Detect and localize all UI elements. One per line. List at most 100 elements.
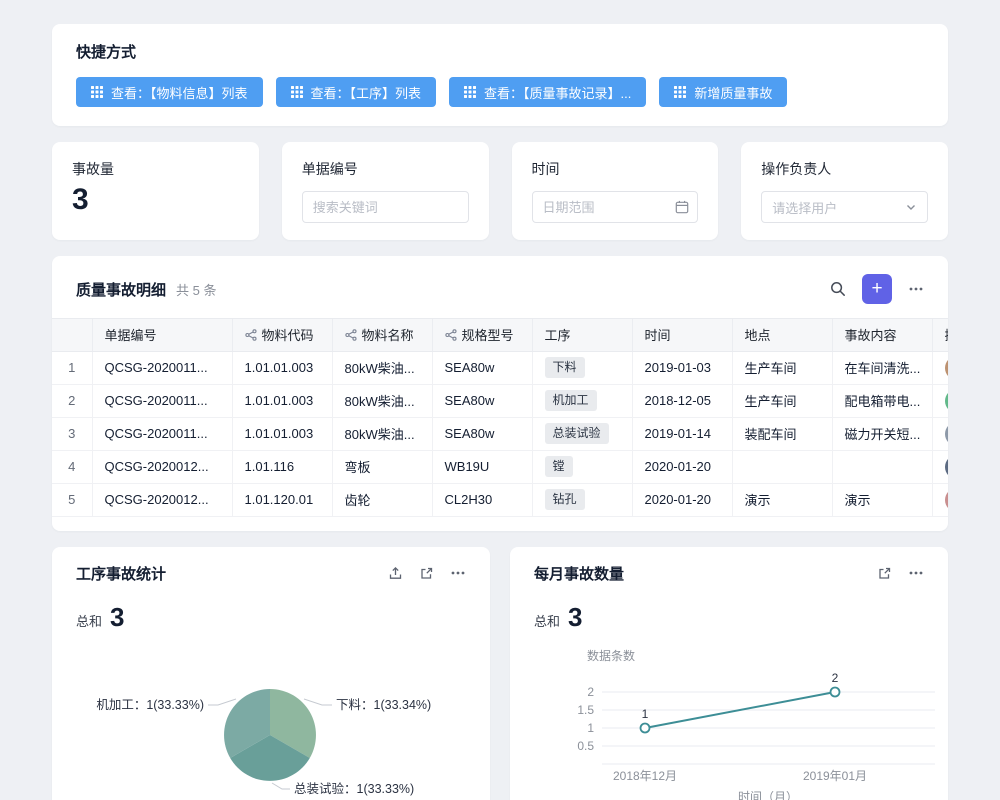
cell-doc-no: QCSG-2020011... (92, 384, 232, 417)
column-header: 地点 (732, 319, 832, 351)
cell-material-code: 1.01.01.003 (232, 417, 332, 450)
line-more-button[interactable] (908, 566, 924, 580)
column-header: 事故内容 (832, 319, 932, 351)
svg-text:0.5: 0.5 (577, 739, 594, 753)
lookup-icon (445, 329, 457, 341)
export-icon (388, 566, 403, 581)
export-button[interactable] (388, 566, 403, 581)
cell-index: 1 (52, 351, 92, 384)
cell-operator (932, 450, 948, 483)
shortcut-button[interactable]: 新增质量事故 (659, 77, 787, 107)
chevron-down-icon (905, 201, 917, 213)
shortcut-button[interactable]: 查看：【物料信息】列表 (76, 77, 263, 107)
shortcuts-title: 快捷方式 (76, 41, 924, 62)
cell-material-name: 80kW柴油... (332, 417, 432, 450)
cell-content: 在车间清洗... (832, 351, 932, 384)
cell-content (832, 450, 932, 483)
svg-text:2018年12月: 2018年12月 (613, 769, 677, 783)
table-row[interactable]: 3QCSG-2020011...1.01.01.00380kW柴油...SEA8… (52, 417, 948, 450)
search-button[interactable] (830, 281, 846, 297)
cell-time: 2020-01-20 (632, 483, 732, 516)
plus-icon: + (871, 278, 882, 299)
column-header: 时间 (632, 319, 732, 351)
add-record-button[interactable]: + (862, 274, 892, 304)
ellipsis-icon (908, 566, 924, 580)
pie-chart-title: 工序事故统计 (76, 563, 166, 584)
lookup-icon (345, 329, 357, 341)
doc-no-filter-label: 单据编号 (302, 159, 469, 179)
shortcut-button-label: 新增质量事故 (694, 83, 772, 102)
table-row[interactable]: 5QCSG-2020012...1.01.120.01齿轮CL2H30钻孔202… (52, 483, 948, 516)
cell-operator (932, 351, 948, 384)
accident-count-value: 3 (72, 183, 239, 216)
accident-count-label: 事故量 (72, 159, 239, 179)
shortcuts-card: 快捷方式 查看：【物料信息】列表 查看：【工序】列表 查看：【质量事故记录】... 新… (52, 24, 948, 126)
table-row[interactable]: 1QCSG-2020011...1.01.01.00380kW柴油...SEA8… (52, 351, 948, 384)
cell-spec: CL2H30 (432, 483, 532, 516)
svg-text:数据条数: 数据条数 (587, 648, 635, 663)
cell-spec: WB19U (432, 450, 532, 483)
cell-material-code: 1.01.01.003 (232, 351, 332, 384)
shortcut-buttons: 查看：【物料信息】列表 查看：【工序】列表 查看：【质量事故记录】... 新增质量事故 (76, 77, 924, 107)
svg-text:2: 2 (832, 671, 839, 685)
cell-place (732, 450, 832, 483)
cell-index: 5 (52, 483, 92, 516)
column-header-label: 时间 (645, 325, 671, 344)
table-body: 1QCSG-2020011...1.01.01.00380kW柴油...SEA8… (52, 351, 948, 516)
column-header: 工序 (532, 319, 632, 351)
column-header-label: 事故内容 (845, 325, 897, 344)
time-filter-label: 时间 (532, 159, 699, 179)
table-more-button[interactable] (908, 282, 924, 296)
doc-no-search-input[interactable] (302, 191, 469, 223)
doc-no-filter-card: 单据编号 (282, 142, 489, 240)
cell-time: 2020-01-20 (632, 450, 732, 483)
cell-time: 2018-12-05 (632, 384, 732, 417)
table-row[interactable]: 2QCSG-2020011...1.01.01.00380kW柴油...SEA8… (52, 384, 948, 417)
table-row[interactable]: 4QCSG-2020012...1.01.116弯板WB19U镗2020-01-… (52, 450, 948, 483)
accidents-table-card: 质量事故明细 共 5 条 + 单据编号物料代码物料名称规格型号工序时间地点事故内… (52, 256, 948, 531)
cell-place: 演示 (732, 483, 832, 516)
table-header-row: 单据编号物料代码 物料名称 规格型号 工序 时间 地点 事故内容 操作负责人 (52, 319, 948, 351)
cell-place: 装配车间 (732, 417, 832, 450)
table-scroll-area[interactable]: 单据编号物料代码 物料名称 规格型号 工序 时间 地点 事故内容 操作负责人 1QCSG-20… (52, 318, 948, 517)
column-header-label: 地点 (745, 325, 771, 344)
shortcut-button[interactable]: 查看：【工序】列表 (276, 77, 437, 107)
column-header-label: 工序 (545, 325, 571, 344)
column-header: 规格型号 (432, 319, 532, 351)
operator-filter-card: 操作负责人 请选择用户 (741, 142, 948, 240)
column-header: 单据编号 (92, 319, 232, 351)
cell-place: 生产车间 (732, 351, 832, 384)
column-header-label: 物料名称 (362, 325, 414, 344)
pie-more-button[interactable] (450, 566, 466, 580)
column-header (52, 319, 92, 351)
cell-index: 4 (52, 450, 92, 483)
column-header: 物料代码 (232, 319, 332, 351)
line-total-value: 3 (568, 602, 582, 633)
expand-button[interactable] (877, 566, 892, 581)
svg-text:1.5: 1.5 (577, 703, 594, 717)
column-header: 操作负责人 (932, 319, 948, 351)
cell-process: 下料 (532, 351, 632, 384)
cell-place: 生产车间 (732, 384, 832, 417)
accidents-table: 单据编号物料代码 物料名称 规格型号 工序 时间 地点 事故内容 操作负责人 1QCSG-20… (52, 319, 948, 517)
shortcut-button[interactable]: 查看：【质量事故记录】... (449, 77, 646, 107)
date-range-input[interactable] (532, 191, 699, 223)
process-tag: 总装试验 (545, 423, 609, 443)
shortcut-button-label: 查看：【工序】列表 (311, 83, 422, 102)
avatar (945, 488, 949, 512)
cell-material-name: 80kW柴油... (332, 351, 432, 384)
dashboard-page: 快捷方式 查看：【物料信息】列表 查看：【工序】列表 查看：【质量事故记录】... 新… (0, 0, 1000, 800)
svg-text:时间（月）: 时间（月） (738, 790, 798, 800)
cell-index: 2 (52, 384, 92, 417)
grid-icon (291, 86, 303, 98)
cell-doc-no: QCSG-2020011... (92, 351, 232, 384)
table-row-count: 共 5 条 (176, 280, 216, 299)
svg-text:1: 1 (642, 707, 649, 721)
search-icon (830, 281, 846, 297)
expand-button[interactable] (419, 566, 434, 581)
process-tag: 钻孔 (545, 489, 585, 509)
column-header-label: 规格型号 (462, 325, 514, 344)
operator-select[interactable]: 请选择用户 (761, 191, 928, 223)
shortcut-button-label: 查看：【质量事故记录】... (484, 83, 631, 102)
cell-spec: SEA80w (432, 351, 532, 384)
